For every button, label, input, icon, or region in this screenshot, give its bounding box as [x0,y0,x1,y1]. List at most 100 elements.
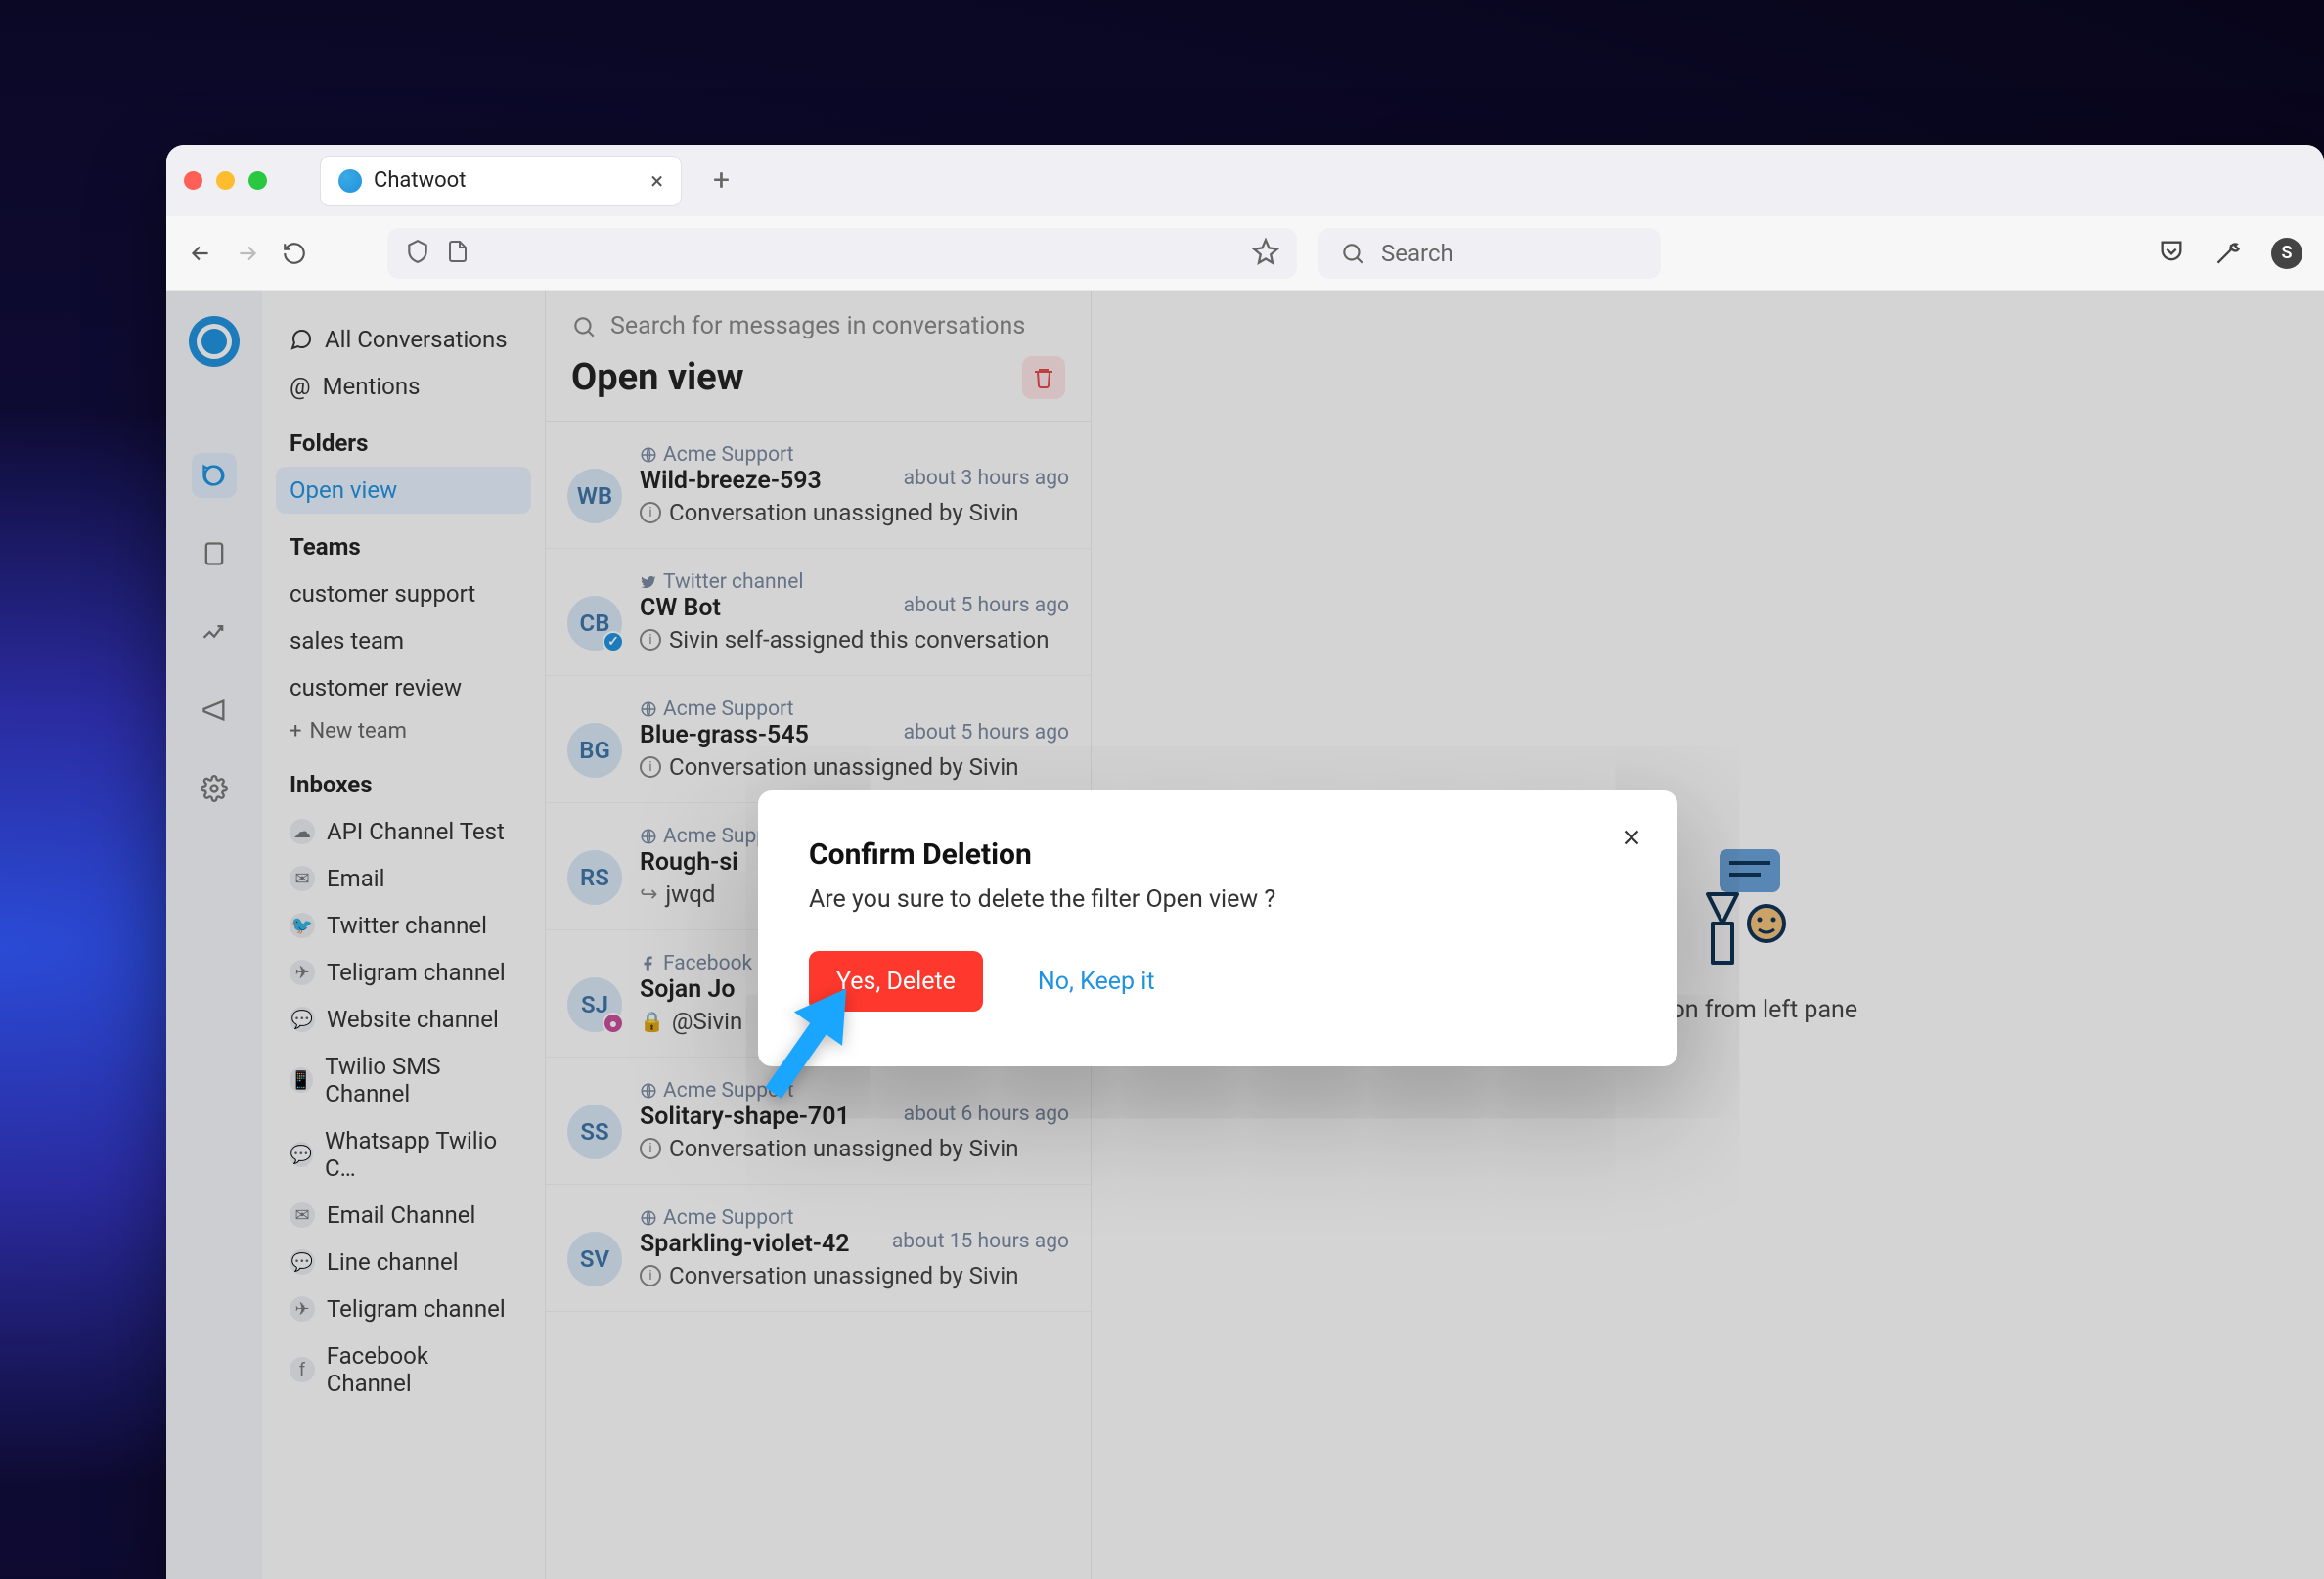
close-window-button[interactable] [184,171,202,190]
browser-search[interactable]: Search [1318,228,1661,279]
new-team-button[interactable]: + New team [276,711,531,751]
inbox-icon: ✈ [290,960,315,985]
minimize-window-button[interactable] [216,171,235,190]
inbox-icon: 📱 [290,1067,313,1093]
modal-body: Are you sure to delete the filter Open v… [809,885,1627,914]
profile-avatar[interactable]: S [2271,238,2302,269]
conversation-search-placeholder: Search for messages in conversations [610,312,1025,340]
rail-conversations[interactable] [192,453,237,498]
conversation-inbox: Acme Support [640,443,1069,467]
inbox-item[interactable]: 💬 Line channel [276,1239,531,1286]
conversation-avatar: RS [567,850,622,905]
conversation-avatar: BG [567,723,622,778]
inbox-icon: ☁ [290,819,315,844]
inbox-item[interactable]: 💬 Whatsapp Twilio C… [276,1117,531,1192]
wrench-icon[interactable] [2214,238,2242,269]
inbox-label: Twitter channel [327,912,487,939]
conversation-inbox: Acme Support [640,1206,1069,1230]
conversation-row[interactable]: BG Acme Support Blue-grass-545 about 5 h… [546,676,1091,803]
inbox-icon: f [290,1357,315,1382]
info-icon: i [640,629,661,651]
app-logo[interactable] [189,316,240,367]
modal-close-button[interactable] [1619,824,1644,858]
pocket-icon[interactable] [2158,238,2185,269]
conversation-search[interactable]: Search for messages in conversations [546,291,1091,340]
tab-close-icon[interactable]: × [650,167,663,195]
sidebar-mentions[interactable]: @ Mentions [276,363,531,410]
conversation-row[interactable]: SV Acme Support Sparkling-violet-42 abou… [546,1185,1091,1312]
conversation-name: Sparkling-violet-42 [640,1230,850,1258]
conversation-name: Rough-si [640,848,738,877]
inbox-label: Email [327,865,384,892]
inbox-item[interactable]: f Facebook Channel [276,1332,531,1407]
reply-icon: ↩ [640,882,657,907]
forward-button[interactable] [235,241,260,266]
inbox-item[interactable]: ☁ API Channel Test [276,808,531,855]
browser-tab[interactable]: Chatwoot × [320,156,682,206]
inbox-label: Email Channel [327,1201,475,1229]
conversation-avatar: SJ● [567,977,622,1032]
view-title: Open view [571,356,744,399]
team-customer-support[interactable]: customer support [276,570,531,617]
conversation-message: iConversation unassigned by Sivin [640,1135,1069,1162]
rail-campaigns[interactable] [192,688,237,733]
inbox-label: Facebook Channel [327,1342,517,1397]
annotation-arrow [719,957,895,1137]
trash-icon [1032,366,1055,389]
inbox-item[interactable]: 🐦Twitter channel [276,902,531,949]
inbox-item[interactable]: 💬Website channel [276,996,531,1043]
new-tab-button[interactable]: + [713,163,730,198]
toolbar-extensions: S [2158,238,2302,269]
inbox-icon: 💬 [290,1249,315,1275]
url-bar[interactable] [387,228,1297,279]
modal-title: Confirm Deletion [809,837,1627,872]
search-icon [1340,241,1365,266]
rail-reports[interactable] [192,609,237,654]
inbox-item[interactable]: 📱 Twilio SMS Channel [276,1043,531,1117]
conversation-avatar: WB [567,469,622,523]
conversation-row[interactable]: CB✓ Twitter channel CW Bot about 5 hours… [546,549,1091,676]
sidebar-mentions-label: Mentions [323,373,421,400]
browser-window: Chatwoot × + Search [166,145,2324,1579]
team-label: customer review [290,674,462,701]
inbox-icon: 💬 [290,1142,313,1167]
sidebar-all-conversations[interactable]: All Conversations [276,316,531,363]
conversation-row[interactable]: WB Acme Support Wild-breeze-593 about 3 … [546,422,1091,549]
browser-tabstrip: Chatwoot × + [166,145,2324,216]
inbox-label: API Channel Test [327,818,505,845]
back-button[interactable] [188,241,213,266]
conversation-message: iConversation unassigned by Sivin [640,753,1069,781]
shield-icon [405,239,430,268]
delete-view-button[interactable] [1022,356,1065,399]
maximize-window-button[interactable] [248,171,267,190]
folder-open-view[interactable]: Open view [276,467,531,514]
close-icon [1619,825,1644,850]
conversation-message: iConversation unassigned by Sivin [640,499,1069,526]
inboxes-heading: Inboxes [276,751,531,808]
info-icon: i [640,1265,661,1286]
conversation-time: about 15 hours ago [892,1230,1069,1258]
rail-contacts[interactable] [192,531,237,576]
at-icon: @ [290,373,311,400]
team-sales[interactable]: sales team [276,617,531,664]
inbox-label: Twilio SMS Channel [325,1053,517,1107]
inbox-label: Line channel [327,1248,459,1276]
bookmark-star-icon[interactable] [1252,238,1279,269]
nav-rail [166,291,262,1579]
search-placeholder: Search [1381,240,1453,267]
inbox-item[interactable]: ✈Teligram channel [276,949,531,996]
rail-settings[interactable] [192,766,237,811]
conversation-message: iSivin self-assigned this conversation [640,626,1069,654]
lock-icon: 🔒 [640,1010,664,1033]
inbox-label: Whatsapp Twilio C… [325,1127,517,1182]
cancel-delete-button[interactable]: No, Keep it [1010,951,1183,1012]
confirm-delete-modal: Confirm Deletion Are you sure to delete … [758,790,1677,1066]
inbox-item[interactable]: ✈Teligram channel [276,1286,531,1332]
plus-icon: + [290,719,301,744]
info-icon: i [640,1138,661,1159]
team-customer-review[interactable]: customer review [276,664,531,711]
reload-button[interactable] [282,241,307,266]
inbox-item[interactable]: ✉Email Channel [276,1192,531,1239]
conversation-time: about 6 hours ago [904,1103,1069,1131]
inbox-item[interactable]: ✉Email [276,855,531,902]
